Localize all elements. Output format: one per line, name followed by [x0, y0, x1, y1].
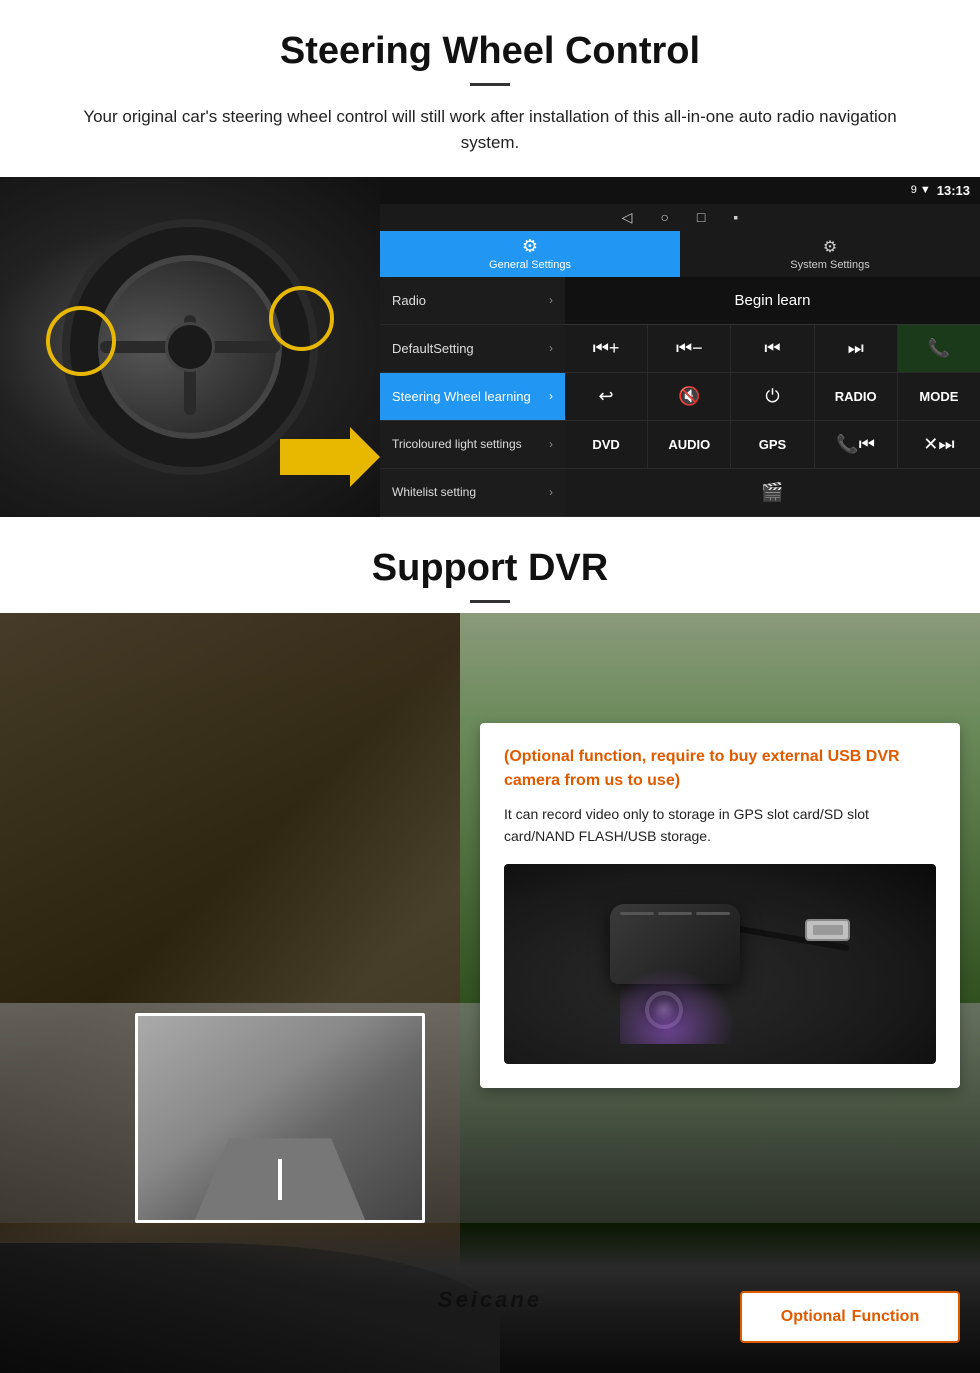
tab-system-settings[interactable]: ⚙ System Settings	[680, 231, 980, 277]
btn-mode[interactable]: MODE	[898, 373, 980, 420]
dvr-info-box: (Optional function, require to buy exter…	[480, 723, 960, 1088]
dvr-thumbnail-inner	[138, 1016, 422, 1220]
steering-wheel-image-area: 9 ▼ 13:13 ◁ ○ □ ▪ ⚙ General Settings ⚙ S…	[0, 177, 980, 517]
btn-phone-prev[interactable]: 📞⏮	[815, 421, 898, 468]
function-label: Function	[852, 1308, 920, 1326]
back-icon[interactable]: ◁	[622, 209, 633, 226]
section1-title: Steering Wheel Control	[40, 30, 940, 73]
btn-next-track[interactable]: ⏭	[815, 325, 898, 372]
system-settings-label: System Settings	[790, 259, 869, 271]
settings-menu: Radio › DefaultSetting › Steering Wheel …	[380, 277, 565, 517]
control-row-3: DVD AUDIO GPS 📞⏮ ✕⏭	[565, 421, 980, 469]
section1-divider	[470, 83, 510, 86]
section1-description: Your original car's steering wheel contr…	[60, 104, 920, 155]
btn-dvd[interactable]: DVD	[565, 421, 648, 468]
steering-wheel-photo	[0, 177, 380, 517]
steering-wheel-hub	[165, 322, 215, 372]
chevron-right-icon5: ›	[549, 485, 553, 499]
sw-highlight-circle-right	[269, 286, 334, 351]
ui-tab-bar: ⚙ General Settings ⚙ System Settings	[380, 231, 980, 277]
recents-icon[interactable]: □	[697, 209, 705, 225]
btn-vol-up[interactable]: ⏮+	[565, 325, 648, 372]
seicane-brand-area: Seicane	[438, 1287, 542, 1313]
ui-nav-bar: ◁ ○ □ ▪	[380, 204, 980, 231]
camera-vents	[620, 912, 730, 915]
btn-extra[interactable]: 🎬	[565, 469, 980, 516]
btn-skip[interactable]: ✕⏭	[898, 421, 980, 468]
btn-prev-track[interactable]: ⏮	[731, 325, 814, 372]
menu-item-tricoloured[interactable]: Tricoloured light settings ›	[380, 421, 565, 469]
seicane-watermark: Seicane	[438, 1287, 542, 1312]
section1-steering-wheel: Steering Wheel Control Your original car…	[0, 0, 980, 155]
chevron-right-icon4: ›	[549, 437, 553, 451]
sw-arrow	[280, 427, 380, 487]
btn-mute[interactable]: 🔇	[648, 373, 731, 420]
btn-back[interactable]: ↩	[565, 373, 648, 420]
section2-title: Support DVR	[0, 547, 980, 590]
thumbnail-road-line	[278, 1159, 282, 1200]
signal-icons: 9 ▼	[911, 184, 931, 196]
control-row-1: ⏮+ ⏮− ⏮ ⏭ 📞	[565, 325, 980, 373]
optional-label: Optional	[781, 1308, 846, 1326]
menu-whitelist-label: Whitelist setting	[392, 485, 476, 499]
begin-learn-area: Begin learn	[565, 277, 980, 325]
begin-learn-label[interactable]: Begin learn	[735, 292, 811, 309]
menu-default-label: DefaultSetting	[392, 341, 474, 356]
home-icon[interactable]: ○	[660, 209, 668, 225]
dvr-image-area: (Optional function, require to buy exter…	[0, 613, 980, 1373]
usb-connector	[805, 919, 850, 941]
camera-body	[610, 904, 740, 984]
btn-gps[interactable]: GPS	[731, 421, 814, 468]
tab-general-settings[interactable]: ⚙ General Settings	[380, 231, 680, 277]
btn-phone[interactable]: 📞	[898, 325, 980, 372]
chevron-right-icon3: ›	[549, 389, 553, 403]
btn-power[interactable]: ⏻	[731, 373, 814, 420]
dvr-camera-image	[504, 864, 936, 1064]
dvr-optional-title: (Optional function, require to buy exter…	[504, 745, 936, 793]
status-time: 13:13	[937, 183, 970, 198]
ui-content-area: Radio › DefaultSetting › Steering Wheel …	[380, 277, 980, 517]
menu-item-steering-wheel[interactable]: Steering Wheel learning ›	[380, 373, 565, 421]
section2-dvr: Support DVR (Optional function, require …	[0, 517, 980, 1373]
btn-radio[interactable]: RADIO	[815, 373, 898, 420]
general-settings-label: General Settings	[489, 259, 571, 271]
dvr-info-text: It can record video only to storage in G…	[504, 803, 936, 848]
section2-header: Support DVR	[0, 517, 980, 613]
optional-function-button[interactable]: Optional Function	[740, 1291, 960, 1343]
menu-icon[interactable]: ▪	[733, 209, 738, 225]
menu-item-radio[interactable]: Radio ›	[380, 277, 565, 325]
btn-audio[interactable]: AUDIO	[648, 421, 731, 468]
sw-highlight-circle-left	[46, 306, 116, 376]
ui-control-panel: Begin learn ⏮+ ⏮− ⏮ ⏭ 📞 ↩ 🔇 ⏻ RADIO MODE	[565, 277, 980, 517]
menu-item-default-setting[interactable]: DefaultSetting ›	[380, 325, 565, 373]
menu-radio-label: Radio	[392, 293, 426, 308]
section2-divider	[470, 600, 510, 603]
ui-status-bar: 9 ▼ 13:13	[380, 177, 980, 204]
menu-steering-label: Steering Wheel learning	[392, 389, 531, 404]
control-row-2: ↩ 🔇 ⏻ RADIO MODE	[565, 373, 980, 421]
system-settings-icon: ⚙	[823, 237, 837, 257]
android-ui-panel: 9 ▼ 13:13 ◁ ○ □ ▪ ⚙ General Settings ⚙ S…	[380, 177, 980, 517]
camera-lens	[645, 991, 683, 1029]
btn-vol-down[interactable]: ⏮−	[648, 325, 731, 372]
camera-assembly	[590, 884, 850, 1044]
chevron-right-icon2: ›	[549, 341, 553, 355]
chevron-right-icon: ›	[549, 293, 553, 307]
control-row-4: 🎬	[565, 469, 980, 517]
general-settings-icon: ⚙	[522, 236, 538, 257]
menu-tricoloured-label: Tricoloured light settings	[392, 437, 522, 451]
dvr-thumbnail-image	[135, 1013, 425, 1223]
menu-item-whitelist[interactable]: Whitelist setting ›	[380, 469, 565, 517]
